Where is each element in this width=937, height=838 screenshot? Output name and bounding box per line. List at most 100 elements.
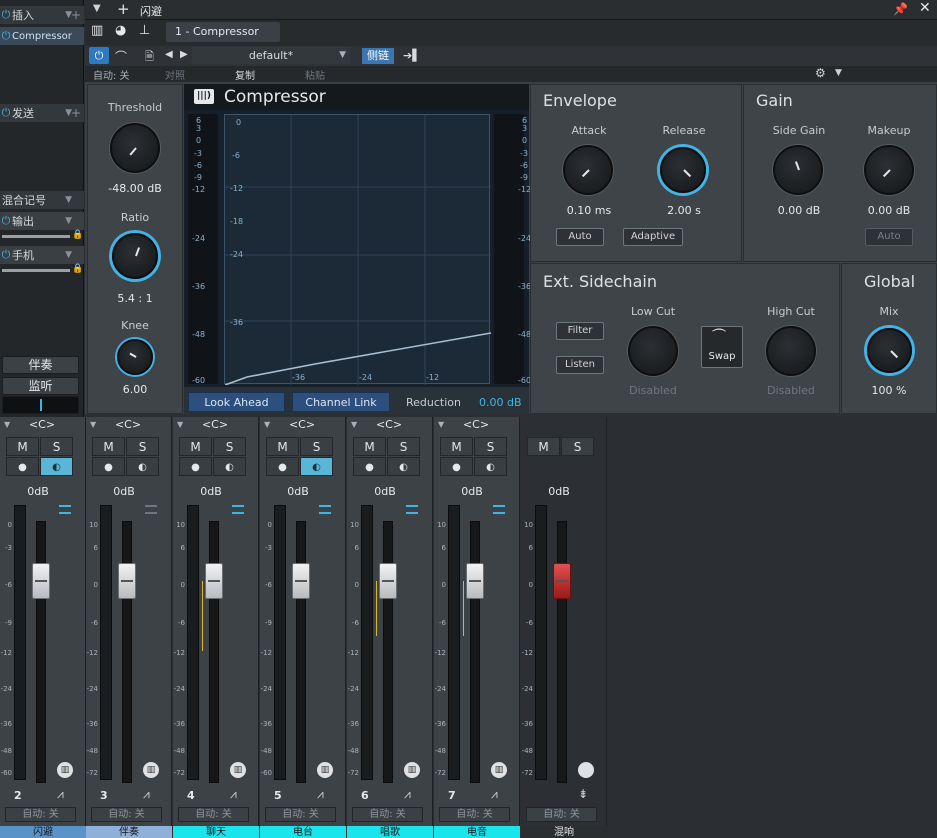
automation-label[interactable]: 自动: 关: [91, 807, 162, 822]
output-send[interactable]: ⏻ 输出 ▼: [0, 212, 84, 230]
paste-button[interactable]: 粘贴: [305, 67, 325, 82]
channel-name[interactable]: 电台: [260, 826, 346, 838]
prev-preset-icon[interactable]: ◀: [165, 49, 173, 60]
close-icon[interactable]: ✕: [919, 0, 931, 16]
solo-button[interactable]: S: [213, 437, 246, 456]
chevron-down-icon[interactable]: ▼: [264, 420, 270, 429]
solo-button[interactable]: S: [561, 437, 594, 456]
volume-fader[interactable]: [379, 563, 397, 599]
chevron-down-icon[interactable]: ▼: [90, 420, 96, 429]
fader-track[interactable]: [122, 521, 132, 783]
chevron-down-icon[interactable]: ▼: [177, 420, 183, 429]
monitor-icon[interactable]: ◐: [126, 457, 159, 476]
mute-button[interactable]: M: [353, 437, 386, 456]
chevron-down-icon[interactable]: ▼: [4, 420, 10, 429]
automation-icon[interactable]: ⩘: [317, 787, 324, 802]
fader-track[interactable]: [296, 521, 306, 783]
pan-label[interactable]: <C>: [22, 418, 62, 431]
listen-button[interactable]: Listen: [556, 356, 604, 374]
volume-fader[interactable]: [32, 563, 50, 599]
lock-icon[interactable]: 🔒: [72, 230, 83, 240]
solo-button[interactable]: S: [126, 437, 159, 456]
plugin-tab[interactable]: 1 - Compressor: [166, 22, 280, 42]
solo-button[interactable]: S: [300, 437, 333, 456]
phone-send-slider[interactable]: [2, 269, 70, 272]
mix-knob[interactable]: [867, 328, 912, 373]
send-header[interactable]: ⏻ 发送 ▼ +: [0, 104, 84, 122]
pan-label[interactable]: <C>: [456, 418, 496, 431]
fader-track[interactable]: [209, 521, 219, 783]
automation-icon[interactable]: ⩘: [491, 787, 498, 802]
mute-button[interactable]: M: [266, 437, 299, 456]
routing-icon[interactable]: [59, 505, 71, 514]
copy-button[interactable]: 复制: [235, 67, 255, 82]
sidechain-source-icon[interactable]: ➔▌: [403, 49, 421, 62]
auto-label[interactable]: 自动: 关: [93, 67, 130, 82]
record-icon[interactable]: ●: [6, 457, 39, 476]
pan-label[interactable]: <C>: [108, 418, 148, 431]
pan-label[interactable]: <C>: [369, 418, 409, 431]
channel-link-button[interactable]: Channel Link: [292, 392, 390, 412]
meter-icon[interactable]: ▥: [143, 762, 159, 778]
record-icon[interactable]: ●: [179, 457, 212, 476]
pan-label[interactable]: <C>: [195, 418, 235, 431]
meter-icon[interactable]: ▥: [230, 762, 246, 778]
sidechain-button[interactable]: 侧链: [362, 48, 394, 64]
channel-name[interactable]: 唱歌: [347, 826, 433, 838]
channel-name[interactable]: 闪避: [0, 826, 86, 838]
automation-icon[interactable]: ⩘: [404, 787, 411, 802]
solo-button[interactable]: S: [387, 437, 420, 456]
routing-icon[interactable]: [145, 505, 157, 514]
input-icon[interactable]: [578, 762, 594, 778]
routing-icon[interactable]: ⊥: [139, 23, 150, 38]
chevron-down-icon[interactable]: ▼: [93, 3, 101, 14]
high-cut-knob[interactable]: [766, 326, 816, 376]
pan-label[interactable]: <C>: [282, 418, 322, 431]
fader-track[interactable]: [557, 521, 567, 783]
filter-button[interactable]: Filter: [556, 322, 604, 340]
automation-label[interactable]: 自动: 关: [439, 807, 510, 822]
power-icon[interactable]: ⏻: [0, 214, 12, 228]
fader-track[interactable]: [470, 521, 480, 783]
compare-button[interactable]: 对照: [165, 67, 185, 82]
knee-knob[interactable]: [117, 339, 153, 375]
routing-icon[interactable]: [493, 505, 505, 514]
meter-icon[interactable]: ▥: [404, 762, 420, 778]
volume-fader[interactable]: [205, 563, 223, 599]
dial-icon[interactable]: ◕: [115, 23, 126, 38]
solo-button[interactable]: S: [474, 437, 507, 456]
power-icon[interactable]: ⏻: [0, 29, 12, 43]
insert-header[interactable]: ⏻ 插入 ▼ +: [0, 6, 84, 24]
solo-button[interactable]: S: [40, 437, 73, 456]
record-icon[interactable]: ●: [440, 457, 473, 476]
routing-icon[interactable]: [319, 505, 331, 514]
automation-label[interactable]: 自动: 关: [352, 807, 423, 822]
automation-icon[interactable]: ⩘: [57, 787, 64, 802]
automation-label[interactable]: 自动: 关: [5, 807, 76, 822]
chevron-down-icon[interactable]: ▼: [65, 216, 72, 226]
meter-icon[interactable]: ▥: [57, 762, 73, 778]
mute-button[interactable]: M: [6, 437, 39, 456]
mute-button[interactable]: M: [179, 437, 212, 456]
ratio-knob[interactable]: [112, 233, 158, 279]
pin-icon[interactable]: 📌: [893, 2, 908, 16]
power-icon[interactable]: ⏻: [0, 106, 12, 120]
chevron-down-icon[interactable]: ▼: [65, 195, 72, 205]
record-icon[interactable]: ●: [92, 457, 125, 476]
release-knob[interactable]: [660, 147, 706, 193]
chevron-down-icon[interactable]: ▼: [438, 420, 444, 429]
makeup-knob[interactable]: [864, 145, 914, 195]
side-gain-knob[interactable]: [773, 145, 823, 195]
add-icon[interactable]: +: [71, 8, 81, 22]
monitor-button[interactable]: 监听: [2, 377, 79, 395]
routing-icon[interactable]: [232, 505, 244, 514]
record-icon[interactable]: ●: [266, 457, 299, 476]
mute-button[interactable]: M: [440, 437, 473, 456]
adaptive-button[interactable]: Adaptive: [623, 228, 683, 246]
next-preset-icon[interactable]: ▶: [180, 49, 188, 60]
chevron-down-icon[interactable]: ▼: [339, 47, 346, 64]
volume-fader[interactable]: [553, 563, 571, 599]
mute-button[interactable]: M: [527, 437, 560, 456]
plugin-slot-compressor[interactable]: ⏻ Compressor: [0, 27, 84, 45]
monitor-icon[interactable]: ◐: [40, 457, 73, 476]
